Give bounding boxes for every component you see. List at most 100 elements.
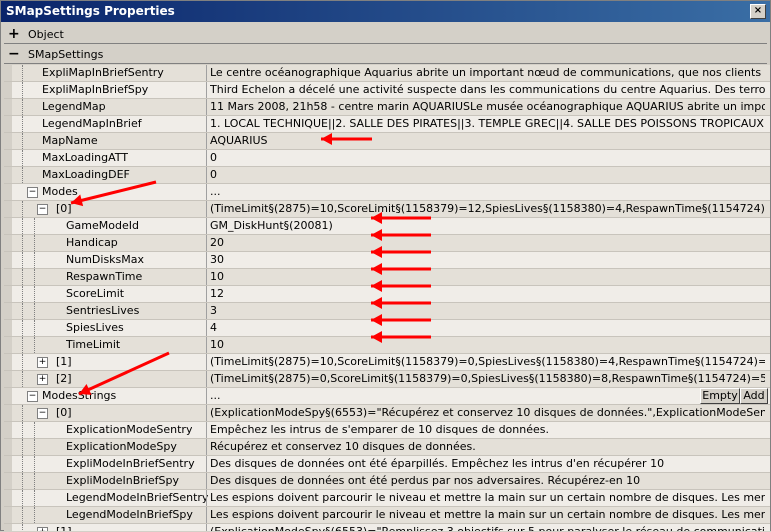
property-row[interactable]: ExpliMapInBriefSpy Third Echelon a décelé…: [4, 82, 770, 99]
property-row[interactable]: ScoreLimit 12: [4, 286, 770, 303]
column-divider[interactable]: [206, 99, 207, 115]
property-row[interactable]: MapName AQUARIUS: [4, 133, 770, 150]
column-divider[interactable]: [206, 150, 207, 166]
property-value[interactable]: 0: [210, 151, 765, 164]
property-row[interactable]: MaxLoadingATT 0: [4, 150, 770, 167]
property-value[interactable]: 4: [210, 321, 765, 334]
empty-button[interactable]: Empty: [700, 388, 740, 404]
expand-icon[interactable]: +: [8, 27, 20, 41]
column-divider[interactable]: [206, 388, 207, 404]
column-divider[interactable]: [206, 473, 207, 489]
column-divider[interactable]: [206, 218, 207, 234]
column-divider[interactable]: [206, 184, 207, 200]
column-divider[interactable]: [206, 82, 207, 98]
property-value[interactable]: Les espions doivent parcourir le niveau …: [210, 491, 765, 504]
property-row[interactable]: LegendModeInBriefSpy Les espions doivent …: [4, 507, 770, 524]
property-value[interactable]: 12: [210, 287, 765, 300]
add-button[interactable]: Add: [740, 388, 768, 404]
column-divider[interactable]: [206, 201, 207, 217]
title-bar[interactable]: SMapSettings Properties ×: [1, 1, 770, 22]
property-row[interactable]: SentriesLives 3: [4, 303, 770, 320]
property-row[interactable]: LegendMapInBrief 1. LOCAL TECHNIQUE||2. S…: [4, 116, 770, 133]
property-value[interactable]: Empêchez les intrus de s'emparer de 10 d…: [210, 423, 765, 436]
column-divider[interactable]: [206, 422, 207, 438]
property-value[interactable]: Des disques de données ont été éparpillé…: [210, 457, 765, 470]
property-row[interactable]: TimeLimit 10: [4, 337, 770, 354]
property-value[interactable]: Third Echelon a décelé une activité susp…: [210, 83, 765, 96]
property-row[interactable]: RespawnTime 10: [4, 269, 770, 286]
property-row[interactable]: GameModeId GM_DiskHunt§(20081): [4, 218, 770, 235]
property-row[interactable]: ExpliModeInBriefSpy Des disques de donnée…: [4, 473, 770, 490]
property-row[interactable]: ExplicationModeSpy Récupérez et conservez…: [4, 439, 770, 456]
property-row[interactable]: LegendMap 11 Mars 2008, 21h58 - centre ma…: [4, 99, 770, 116]
property-value[interactable]: 10: [210, 338, 765, 351]
collapse-icon[interactable]: −: [27, 391, 38, 402]
property-row[interactable]: − [0] (ExplicationModeSpy§(6553)="Récupére…: [4, 405, 770, 422]
collapse-icon[interactable]: −: [37, 408, 48, 419]
property-value[interactable]: 0: [210, 168, 765, 181]
column-divider[interactable]: [206, 337, 207, 353]
property-row[interactable]: − [0] (TimeLimit§(2875)=10,ScoreLimit§(115…: [4, 201, 770, 218]
column-divider[interactable]: [206, 354, 207, 370]
property-value[interactable]: GM_DiskHunt§(20081): [210, 219, 765, 232]
property-name: ModesStrings: [42, 389, 117, 402]
column-divider[interactable]: [206, 167, 207, 183]
property-value[interactable]: ...: [210, 185, 765, 198]
property-value[interactable]: 11 Mars 2008, 21h58 - centre marin AQUAR…: [210, 100, 765, 113]
column-divider[interactable]: [206, 507, 207, 523]
section-smapsettings[interactable]: − SMapSettings: [4, 45, 767, 64]
column-divider[interactable]: [206, 405, 207, 421]
property-row[interactable]: ExpliModeInBriefSentry Des disques de don…: [4, 456, 770, 473]
column-divider[interactable]: [206, 235, 207, 251]
property-row[interactable]: + [1] (ExplicationModeSpy§(6553)="Rempliss…: [4, 524, 770, 531]
column-divider[interactable]: [206, 133, 207, 149]
property-value[interactable]: (TimeLimit§(2875)=10,ScoreLimit§(1158379…: [210, 355, 765, 368]
property-value[interactable]: AQUARIUS: [210, 134, 765, 147]
column-divider[interactable]: [206, 269, 207, 285]
property-row[interactable]: Handicap 20: [4, 235, 770, 252]
property-row[interactable]: ExpliMapInBriefSentry Le centre océanogra…: [4, 65, 770, 82]
property-row[interactable]: MaxLoadingDEF 0: [4, 167, 770, 184]
property-value[interactable]: 30: [210, 253, 765, 266]
collapse-icon[interactable]: −: [27, 187, 38, 198]
property-row[interactable]: SpiesLives 4: [4, 320, 770, 337]
column-divider[interactable]: [206, 303, 207, 319]
close-button[interactable]: ×: [750, 4, 766, 19]
property-value[interactable]: 1. LOCAL TECHNIQUE||2. SALLE DES PIRATES…: [210, 117, 765, 130]
section-object[interactable]: + Object: [4, 25, 767, 44]
column-divider[interactable]: [206, 524, 207, 531]
property-value[interactable]: Récupérez et conservez 10 disques de don…: [210, 440, 765, 453]
property-row[interactable]: − Modes...: [4, 184, 770, 201]
property-row[interactable]: NumDisksMax 30: [4, 252, 770, 269]
column-divider[interactable]: [206, 456, 207, 472]
property-value[interactable]: (TimeLimit§(2875)=0,ScoreLimit§(1158379)…: [210, 372, 765, 385]
property-value[interactable]: ...: [210, 389, 696, 402]
column-divider[interactable]: [206, 439, 207, 455]
property-row[interactable]: + [1] (TimeLimit§(2875)=10,ScoreLimit§(115…: [4, 354, 770, 371]
property-value[interactable]: Les espions doivent parcourir le niveau …: [210, 508, 765, 521]
property-value[interactable]: Le centre océanographique Aquarius abrit…: [210, 66, 765, 79]
property-row[interactable]: LegendModeInBriefSentry Les espions doive…: [4, 490, 770, 507]
property-value[interactable]: 20: [210, 236, 765, 249]
collapse-icon[interactable]: −: [37, 204, 48, 215]
collapse-icon[interactable]: −: [8, 47, 20, 61]
property-row[interactable]: ExplicationModeSentry Empêchez les intrus…: [4, 422, 770, 439]
property-row[interactable]: + [2] (TimeLimit§(2875)=0,ScoreLimit§(1158…: [4, 371, 770, 388]
column-divider[interactable]: [206, 65, 207, 81]
column-divider[interactable]: [206, 116, 207, 132]
property-value[interactable]: 10: [210, 270, 765, 283]
column-divider[interactable]: [206, 252, 207, 268]
column-divider[interactable]: [206, 286, 207, 302]
property-value[interactable]: (ExplicationModeSpy§(6553)="Récupérez et…: [210, 406, 765, 419]
property-value[interactable]: Des disques de données ont été perdus pa…: [210, 474, 765, 487]
property-value[interactable]: 3: [210, 304, 765, 317]
expand-icon[interactable]: +: [37, 357, 48, 368]
expand-icon[interactable]: +: [37, 527, 48, 531]
column-divider[interactable]: [206, 371, 207, 387]
column-divider[interactable]: [206, 320, 207, 336]
column-divider[interactable]: [206, 490, 207, 506]
property-row[interactable]: − ModesStrings... Add Empty: [4, 388, 770, 405]
expand-icon[interactable]: +: [37, 374, 48, 385]
property-value[interactable]: (ExplicationModeSpy§(6553)="Remplissez 3…: [210, 525, 765, 531]
property-value[interactable]: (TimeLimit§(2875)=10,ScoreLimit§(1158379…: [210, 202, 765, 215]
